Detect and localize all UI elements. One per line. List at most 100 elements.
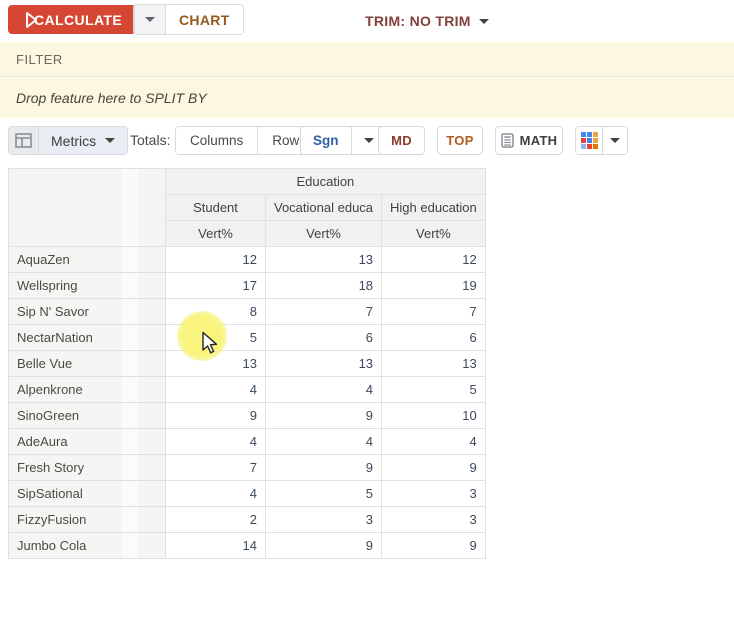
row-label[interactable]: Jumbo Cola [9,533,166,559]
row-label[interactable]: Belle Vue [9,351,166,377]
row-label[interactable]: SinoGreen [9,403,166,429]
cell-value: 9 [166,403,266,429]
top-bar: CALCULATE ⋈ CROSSTAB CHART TRIM: NO TRIM [0,0,734,42]
split-by-dropzone[interactable]: Drop feature here to SPLIT BY [0,78,734,118]
palette-group [575,126,628,155]
table-row: Belle Vue131313 [9,351,486,377]
row-label[interactable]: Sip N' Savor [9,299,166,325]
cell-value: 9 [382,455,486,481]
cell-value: 8 [166,299,266,325]
chart-tab[interactable]: CHART [165,5,243,34]
top-label: TOP [446,133,473,148]
row-label[interactable]: Alpenkrone [9,377,166,403]
table-row: Alpenkrone445 [9,377,486,403]
color-palette-button[interactable] [576,127,602,154]
table-layout-icon [15,133,32,148]
cell-value: 4 [166,429,266,455]
filter-label: FILTER [16,52,63,67]
palette-dropdown[interactable] [602,127,627,154]
metric-header[interactable]: Vert% [166,221,266,247]
cell-value: 7 [166,455,266,481]
table-row: Jumbo Cola1499 [9,533,486,559]
metrics-label: Metrics [51,133,96,149]
math-button[interactable]: MATH [495,126,563,155]
view-switcher: ⋈ CROSSTAB CHART [133,4,244,35]
cell-value: 12 [382,247,486,273]
column-header[interactable]: High education [382,195,486,221]
cell-value: 5 [266,481,382,507]
cell-value: 10 [382,403,486,429]
metrics-dropdown[interactable]: Metrics [38,127,127,154]
cell-value: 6 [266,325,382,351]
column-header[interactable]: Student [166,195,266,221]
sgn-label: Sgn [313,133,339,148]
filter-bar[interactable]: FILTER [0,42,734,77]
cell-value: 17 [166,273,266,299]
table-row: Fresh Story799 [9,455,486,481]
cell-value: 9 [266,533,382,559]
cell-value: 7 [382,299,486,325]
cell-value: 3 [266,507,382,533]
cell-value: 4 [166,481,266,507]
cell-value: 9 [266,403,382,429]
table-layout-button[interactable] [9,127,38,154]
cell-value: 18 [266,273,382,299]
split-by-placeholder: Drop feature here to SPLIT BY [16,90,207,106]
crosstab-dropdown[interactable] [134,5,165,34]
cell-value: 4 [266,377,382,403]
row-label[interactable]: AquaZen [9,247,166,273]
table-row: SinoGreen9910 [9,403,486,429]
row-label[interactable]: AdeAura [9,429,166,455]
cell-value: 5 [166,325,266,351]
cell-value: 4 [166,377,266,403]
cell-value: 12 [166,247,266,273]
metric-header[interactable]: Vert% [382,221,486,247]
chevron-down-icon [610,138,620,143]
row-label[interactable]: Wellspring [9,273,166,299]
top-button[interactable]: TOP [437,126,483,155]
cell-value: 3 [382,507,486,533]
totals-columns-button[interactable]: Columns [176,127,257,154]
chart-label: CHART [179,12,230,28]
cell-value: 13 [266,247,382,273]
calculate-button[interactable]: CALCULATE [8,5,136,34]
row-label[interactable]: SipSational [9,481,166,507]
row-label[interactable]: NectarNation [9,325,166,351]
table-row: Sip N' Savor877 [9,299,486,325]
table-row: SipSational453 [9,481,486,507]
chevron-down-icon [479,19,489,24]
table-row: NectarNation566 [9,325,486,351]
row-label[interactable]: Fresh Story [9,455,166,481]
cell-value: 2 [166,507,266,533]
cell-value: 13 [166,351,266,377]
md-button[interactable]: MD [378,126,425,155]
cell-value: 4 [382,429,486,455]
cell-value: 14 [166,533,266,559]
table-row: AquaZen121312 [9,247,486,273]
cell-value: 7 [266,299,382,325]
metric-header[interactable]: Vert% [266,221,382,247]
table-row: AdeAura444 [9,429,486,455]
column-header[interactable]: Vocational educa [266,195,382,221]
table-body: AquaZen121312Wellspring171819Sip N' Savo… [9,247,486,559]
cell-value: 13 [382,351,486,377]
cell-value: 9 [266,455,382,481]
md-label: MD [391,133,412,148]
trim-label: TRIM: NO TRIM [365,13,471,29]
column-group-header[interactable]: Education [166,169,486,195]
corner-cell [9,169,166,247]
cell-value: 6 [382,325,486,351]
table-row: Wellspring171819 [9,273,486,299]
cell-value: 5 [382,377,486,403]
play-icon [18,14,27,26]
calculate-label: CALCULATE [34,12,122,28]
trim-dropdown[interactable]: TRIM: NO TRIM [365,0,489,42]
chevron-down-icon [145,17,155,22]
cell-value: 4 [266,429,382,455]
row-label[interactable]: FizzyFusion [9,507,166,533]
columns-label: Columns [190,133,243,148]
sgn-button[interactable]: Sgn [301,127,351,154]
cell-value: 13 [266,351,382,377]
cell-value: 3 [382,481,486,507]
math-label: MATH [520,133,558,148]
